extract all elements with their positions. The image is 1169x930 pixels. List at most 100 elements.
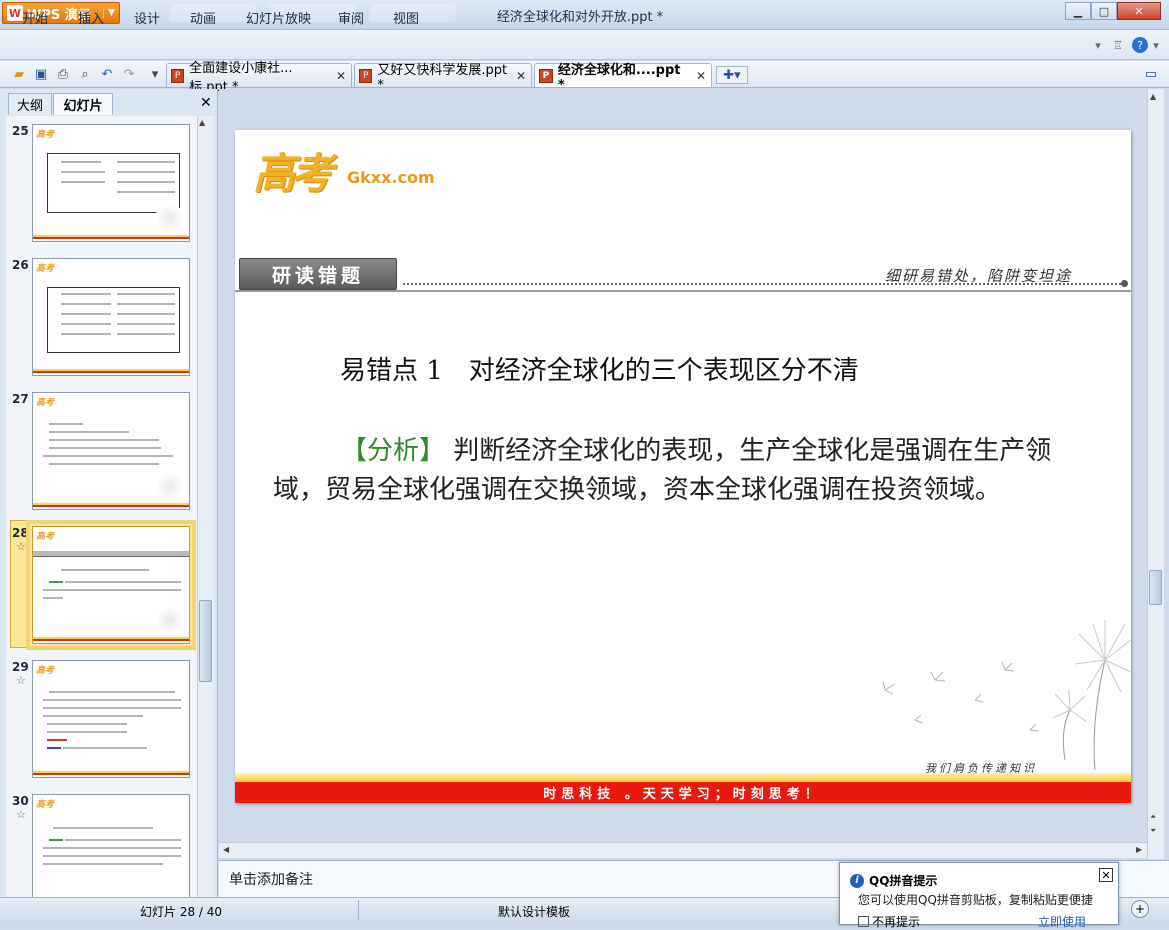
thumb-text-line bbox=[61, 161, 101, 163]
close-icon[interactable]: ✕ bbox=[336, 69, 346, 83]
slide-thumbnail[interactable]: 高考 bbox=[32, 660, 190, 778]
thumb-logo: 高考 bbox=[36, 532, 55, 542]
thumb-text-line bbox=[49, 581, 63, 583]
thumb-text-line bbox=[117, 161, 175, 163]
thumb-logo: 高考 bbox=[36, 130, 55, 140]
menu-slideshow[interactable]: 幻灯片放映 bbox=[246, 8, 311, 27]
customize-toolbar-icon[interactable]: ▾ bbox=[146, 65, 164, 83]
thumb-text-line bbox=[61, 569, 149, 571]
thumb-text-line bbox=[65, 839, 181, 841]
next-slide-icon[interactable]: ⏷ bbox=[1150, 826, 1156, 836]
footer-banner: 时思科技 。天天学习；时刻思考！ bbox=[235, 782, 1131, 803]
slide-thumbnail[interactable]: 高考 bbox=[32, 392, 190, 510]
restore-layout-icon[interactable]: ▭ bbox=[1142, 65, 1160, 83]
thumb-table bbox=[47, 287, 180, 353]
chevron-down-icon[interactable]: ▾ bbox=[1090, 37, 1106, 53]
menu-insert[interactable]: 插入 bbox=[78, 8, 104, 27]
scrollbar-thumb[interactable] bbox=[1149, 570, 1162, 605]
ppt-file-icon: P bbox=[359, 68, 373, 83]
menu-review[interactable]: 审阅 bbox=[338, 8, 364, 27]
new-tab-button[interactable]: ✚▾ bbox=[716, 66, 748, 84]
minimize-button[interactable]: ▁ bbox=[1065, 2, 1091, 20]
tab-outline[interactable]: 大纲 bbox=[8, 93, 52, 115]
thumb-text-line bbox=[49, 447, 161, 449]
thumb-text-line bbox=[43, 707, 181, 709]
doc-tab[interactable]: P 全面建设小康社...标.ppt * ✕ bbox=[166, 61, 352, 95]
doc-tab[interactable]: P 又好又快科学发展.ppt * ✕ bbox=[354, 63, 532, 93]
thumb-text-line bbox=[47, 747, 61, 749]
menu-animation[interactable]: 动画 bbox=[190, 8, 216, 27]
thumb-footer-bar bbox=[33, 235, 189, 239]
skin-icon[interactable]: ♖ bbox=[1110, 37, 1126, 53]
close-icon[interactable]: ✕ bbox=[200, 95, 212, 111]
slide-canvas[interactable]: 高考 Gkxx.com 研读错题 细研易错处，陷阱变坦途 易错点 1 对经济全球… bbox=[235, 130, 1131, 803]
menu-view[interactable]: 视图 bbox=[393, 8, 419, 27]
design-template[interactable]: 默认设计模板 bbox=[498, 903, 570, 920]
ppt-file-icon: P bbox=[539, 68, 553, 83]
print-icon[interactable]: ⎙ bbox=[54, 65, 72, 83]
tab-slides[interactable]: 幻灯片 bbox=[53, 93, 113, 115]
slide-thumbnail[interactable]: 高考 bbox=[32, 794, 190, 898]
divider-end-dot bbox=[1121, 280, 1128, 287]
checkbox-box[interactable] bbox=[858, 916, 869, 927]
slide-thumbnail-selected[interactable]: 高考 bbox=[26, 520, 196, 650]
slide-thumbnail[interactable]: 高考 bbox=[32, 258, 190, 376]
maximize-button[interactable]: □ bbox=[1091, 2, 1117, 20]
open-icon[interactable]: ▰ bbox=[10, 65, 28, 83]
scroll-up-icon[interactable]: ▲ bbox=[1150, 92, 1156, 101]
slide-body-text[interactable]: 【分析】 判断经济全球化的表现，生产全球化是强调在生产领域，贸易全球化强调在交换… bbox=[273, 432, 1101, 510]
thumb-text-line bbox=[61, 323, 111, 325]
doc-tab-label: 经济全球化和....ppt * bbox=[557, 62, 681, 93]
scrollbar-thumb[interactable] bbox=[199, 600, 212, 682]
chevron-down-icon[interactable]: ▾ bbox=[1148, 37, 1164, 53]
menu-bar bbox=[0, 30, 1169, 60]
save-icon[interactable]: ▣ bbox=[32, 65, 50, 83]
scroll-up-icon[interactable]: ▲ bbox=[199, 118, 205, 127]
vertical-scrollbar[interactable] bbox=[1147, 89, 1164, 859]
doc-tab-active[interactable]: P 经济全球化和....ppt * ✕ bbox=[534, 63, 712, 93]
thumb-text-line bbox=[61, 333, 111, 335]
dont-show-again-checkbox[interactable]: 不再提示 bbox=[858, 913, 920, 930]
menu-home[interactable]: 开始 bbox=[22, 8, 48, 27]
close-button[interactable]: ✕ bbox=[1117, 2, 1161, 20]
zoom-in-icon[interactable]: + bbox=[1131, 900, 1149, 918]
animation-star-icon: ☆ bbox=[16, 674, 26, 687]
thumb-text-line bbox=[61, 293, 111, 295]
undo-icon[interactable]: ↶ bbox=[98, 65, 116, 83]
close-icon[interactable]: ✕ bbox=[696, 69, 706, 83]
use-now-link[interactable]: 立即使用 bbox=[1038, 913, 1086, 930]
help-icon[interactable]: ? bbox=[1132, 37, 1148, 53]
thumb-footer-bar bbox=[33, 503, 189, 507]
thumbnail-scrollbar[interactable] bbox=[197, 116, 214, 897]
horizontal-scrollbar[interactable] bbox=[219, 842, 1147, 858]
close-icon[interactable]: ✕ bbox=[516, 69, 526, 83]
slide-number: 27 bbox=[12, 392, 29, 406]
thumb-text-line bbox=[65, 581, 181, 583]
thumb-text-line bbox=[61, 181, 105, 183]
thumb-decoration bbox=[155, 205, 185, 231]
thumb-text-line bbox=[43, 847, 181, 849]
thumb-text-line bbox=[49, 839, 63, 841]
thumb-decoration bbox=[155, 473, 185, 499]
footer-yellow-band bbox=[235, 773, 1131, 782]
thumb-text-line bbox=[49, 423, 83, 425]
slide-number: 29 bbox=[12, 660, 29, 674]
slide-heading[interactable]: 易错点 1 对经济全球化的三个表现区分不清 bbox=[340, 350, 859, 387]
scroll-right-icon[interactable]: ▶ bbox=[1136, 845, 1142, 854]
print-preview-icon[interactable]: ⌕ bbox=[76, 65, 94, 83]
slide-number: 30 bbox=[12, 794, 29, 808]
redo-icon[interactable]: ↷ bbox=[120, 65, 138, 83]
thumb-text-line bbox=[49, 439, 159, 441]
ppt-file-icon: P bbox=[171, 68, 185, 83]
previous-slide-icon[interactable]: ⏶ bbox=[1150, 812, 1156, 822]
slide-thumbnail[interactable]: 高考 bbox=[32, 124, 190, 242]
thumb-text-line bbox=[47, 731, 127, 733]
thumb-text-line bbox=[49, 463, 159, 465]
thumb-footer-bar bbox=[33, 771, 189, 775]
thumb-text-line bbox=[43, 597, 63, 599]
scroll-left-icon[interactable]: ◀ bbox=[223, 845, 229, 854]
close-icon[interactable]: ✕ bbox=[1099, 868, 1113, 882]
slide-number: 26 bbox=[12, 258, 29, 272]
menu-design[interactable]: 设计 bbox=[134, 8, 160, 27]
thumb-text-line bbox=[117, 313, 175, 315]
